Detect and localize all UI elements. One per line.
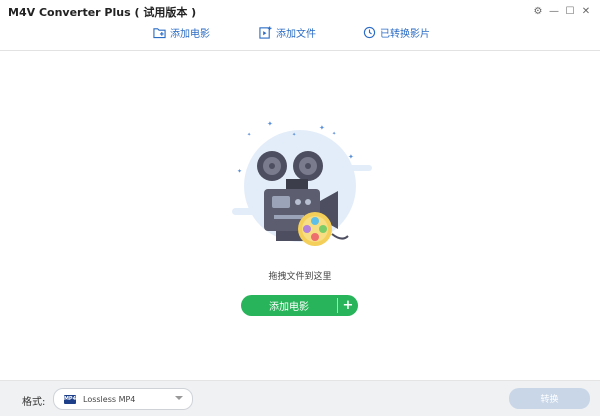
mp4-format-icon-text: MP4 (63, 396, 77, 402)
title-bar: M4V Converter Plus ( 试用版本 ) ⚙ — ☐ ✕ (0, 0, 600, 22)
format-value: Lossless MP4 (83, 394, 136, 404)
add-movie-main-label: 添加电影 (269, 302, 309, 313)
add-file-label: 添加文件 (276, 29, 316, 40)
converted-label: 已转换影片 (380, 29, 430, 40)
mp4-format-icon: MP4 (63, 394, 77, 404)
gear-icon[interactable]: ⚙ (530, 3, 546, 19)
add-movie-button[interactable]: 添加电影 (153, 25, 210, 40)
drop-hint: 拖拽文件到这里 (268, 272, 332, 282)
svg-text:✦: ✦ (247, 132, 251, 138)
add-folder-icon (153, 28, 166, 39)
window-controls: ⚙ — ☐ ✕ (530, 3, 594, 19)
add-movie-label: 添加电影 (170, 29, 210, 40)
chevron-down-icon (175, 396, 183, 400)
svg-text:✦: ✦ (332, 131, 336, 137)
movie-projector-icon: ✦ ✦ ✦ ✦ ✦ ✦ ✦ (232, 121, 372, 246)
svg-text:✦: ✦ (237, 168, 242, 175)
svg-text:✦: ✦ (348, 153, 354, 161)
add-movie-main-button[interactable]: 添加电影 + (241, 295, 358, 316)
converted-button[interactable]: 已转换影片 (363, 25, 430, 40)
format-select[interactable]: MP4 Lossless MP4 (53, 388, 193, 410)
svg-text:✦: ✦ (319, 124, 325, 132)
close-icon[interactable]: ✕ (578, 3, 594, 19)
svg-text:✦: ✦ (292, 132, 296, 138)
toolbar: 添加电影 添加文件 已转换影片 (0, 22, 600, 48)
app-title: M4V Converter Plus ( 试用版本 ) (8, 6, 197, 19)
drop-area[interactable]: ✦ ✦ ✦ ✦ ✦ ✦ ✦ 拖拽文件到这里 添加电影 + (0, 51, 600, 380)
format-label: 格式: (22, 397, 46, 408)
svg-text:✦: ✦ (267, 121, 273, 128)
minimize-icon[interactable]: — (546, 3, 562, 19)
maximize-icon[interactable]: ☐ (562, 3, 578, 19)
clock-icon (363, 26, 376, 39)
convert-button[interactable]: 转换 (509, 388, 590, 409)
add-video-file-icon (259, 26, 272, 39)
bottom-bar: 格式: MP4 Lossless MP4 转换 (0, 380, 600, 416)
plus-icon[interactable]: + (338, 298, 358, 313)
add-file-button[interactable]: 添加文件 (259, 25, 316, 40)
